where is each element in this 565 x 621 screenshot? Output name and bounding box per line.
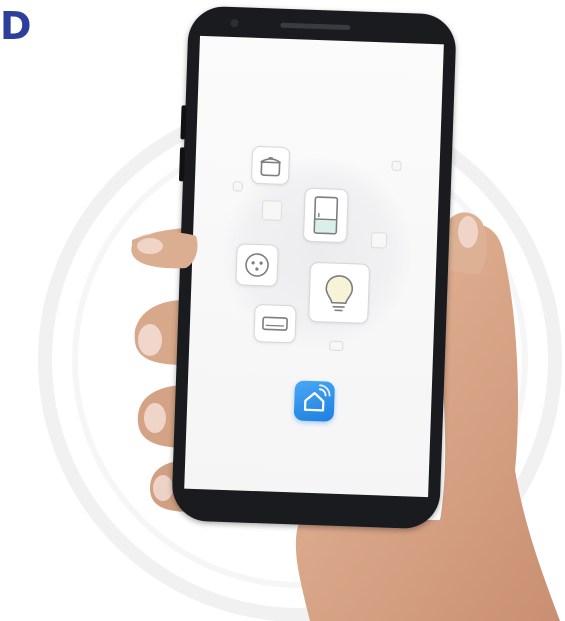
thumb-overlay (132, 232, 198, 269)
